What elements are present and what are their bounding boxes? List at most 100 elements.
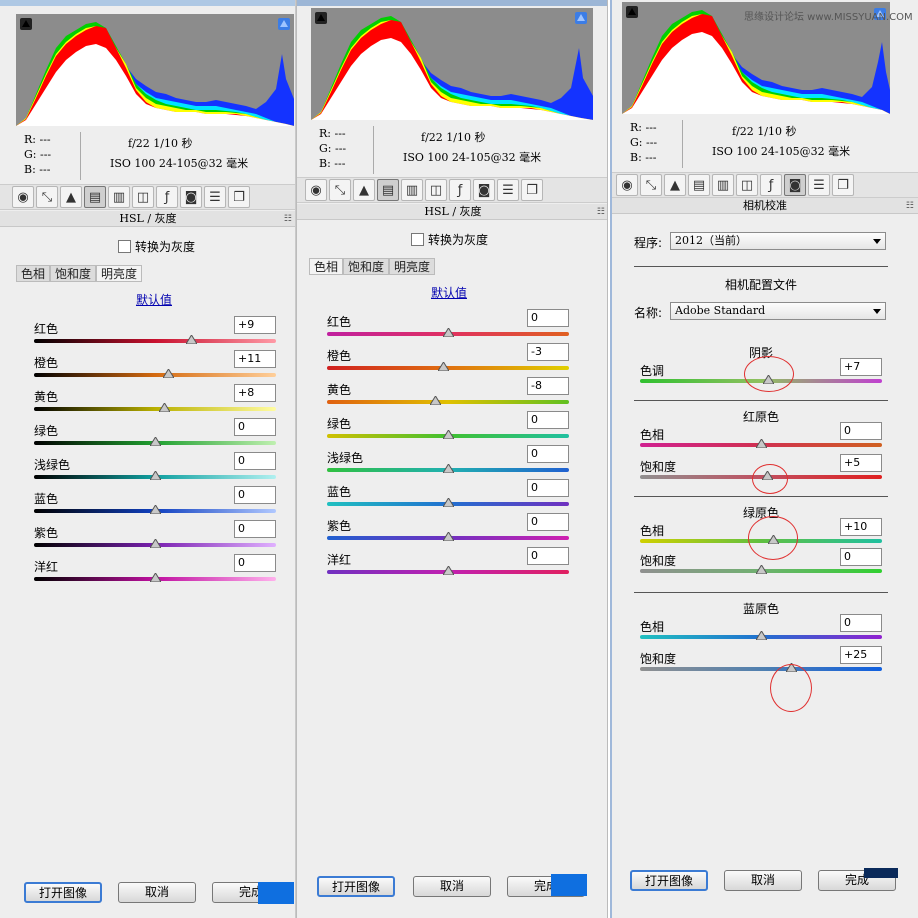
slider-thumb[interactable] [185,335,197,344]
presets-tab-icon[interactable]: ☰ [204,186,226,208]
slider-thumb[interactable] [149,539,161,548]
cancel-button[interactable]: 取消 [413,876,491,897]
slider-thumb[interactable] [442,328,454,337]
open-image-button[interactable]: 打开图像 [24,882,102,903]
slider-value-field[interactable]: 0 [234,452,276,470]
highlight-clipping-toggle[interactable] [278,18,290,30]
hsl-tab-icon[interactable]: ▤ [377,179,399,201]
slider-value-field[interactable]: -8 [527,377,569,395]
slider-track[interactable] [34,373,276,377]
snapshots-tab-icon[interactable]: ❐ [228,186,250,208]
slider-thumb[interactable] [755,631,767,640]
tone-curve-tab-icon[interactable]: ⤡ [640,174,662,196]
basic-tab-icon[interactable]: ◉ [12,186,34,208]
effects-tab-icon[interactable]: ƒ [449,179,471,201]
slider-thumb[interactable] [149,437,161,446]
basic-tab-icon[interactable]: ◉ [616,174,638,196]
slider-track[interactable] [34,339,276,343]
panel-menu-icon[interactable]: ☷ [284,211,292,227]
slider-value-field[interactable]: 0 [234,520,276,538]
slider-thumb[interactable] [755,565,767,574]
split-toning-tab-icon[interactable]: ▥ [401,179,423,201]
camera-calibration-tab-icon[interactable]: ◙ [180,186,202,208]
split-toning-tab-icon[interactable]: ▥ [108,186,130,208]
slider-thumb[interactable] [159,403,171,412]
detail-tab-icon[interactable]: ▲ [60,186,82,208]
panel-menu-icon[interactable]: ☷ [597,204,605,220]
slider-value-field[interactable]: +25 [840,646,882,664]
grayscale-checkbox[interactable]: 转换为灰度 [411,231,488,248]
tab-luminance[interactable]: 明亮度 [96,265,143,281]
open-image-button[interactable]: 打开图像 [317,876,395,897]
shadow-clipping-toggle[interactable] [315,12,327,24]
slider-thumb[interactable] [437,362,449,371]
slider-value-field[interactable]: +10 [840,518,882,536]
presets-tab-icon[interactable]: ☰ [808,174,830,196]
camera-calibration-tab-icon[interactable]: ◙ [784,174,806,196]
tab-saturation[interactable]: 饱和度 [343,258,390,274]
slider-thumb[interactable] [162,369,174,378]
slider-value-field[interactable]: +7 [840,358,882,376]
slider-thumb[interactable] [149,505,161,514]
cancel-button[interactable]: 取消 [118,882,196,903]
grayscale-checkbox[interactable]: 转换为灰度 [118,238,195,255]
presets-tab-icon[interactable]: ☰ [497,179,519,201]
checkbox-box[interactable] [411,233,424,246]
profile-dropdown[interactable]: Adobe Standard [670,302,886,320]
split-toning-tab-icon[interactable]: ▥ [712,174,734,196]
slider-value-field[interactable]: 0 [840,548,882,566]
slider-thumb[interactable] [442,532,454,541]
slider-value-field[interactable]: 0 [527,547,569,565]
slider-thumb[interactable] [442,498,454,507]
slider-value-field[interactable]: +9 [234,316,276,334]
effects-tab-icon[interactable]: ƒ [760,174,782,196]
detail-tab-icon[interactable]: ▲ [353,179,375,201]
shadow-clipping-toggle[interactable] [20,18,32,30]
lens-correction-tab-icon[interactable]: ◫ [132,186,154,208]
default-link[interactable]: 默认值 [419,284,479,301]
shadow-clipping-toggle[interactable] [626,6,638,18]
slider-value-field[interactable]: 0 [234,418,276,436]
open-image-button[interactable]: 打开图像 [630,870,708,891]
slider-value-field[interactable]: 0 [527,513,569,531]
tab-saturation[interactable]: 饱和度 [50,265,97,281]
tab-hue[interactable]: 色相 [309,258,344,274]
hsl-tab-icon[interactable]: ▤ [84,186,106,208]
highlight-clipping-toggle[interactable] [575,12,587,24]
slider-value-field[interactable]: 0 [527,479,569,497]
slider-value-field[interactable]: 0 [527,445,569,463]
tab-luminance[interactable]: 明亮度 [389,258,436,274]
slider-thumb[interactable] [755,439,767,448]
default-link[interactable]: 默认值 [124,291,184,308]
slider-thumb[interactable] [149,471,161,480]
slider-value-field[interactable]: 0 [840,614,882,632]
snapshots-tab-icon[interactable]: ❐ [832,174,854,196]
slider-thumb[interactable] [430,396,442,405]
slider-value-field[interactable]: +11 [234,350,276,368]
lens-correction-tab-icon[interactable]: ◫ [425,179,447,201]
effects-tab-icon[interactable]: ƒ [156,186,178,208]
slider-value-field[interactable]: +5 [840,454,882,472]
slider-value-field[interactable]: 0 [527,309,569,327]
slider-track[interactable] [640,667,882,671]
hsl-tab-icon[interactable]: ▤ [688,174,710,196]
process-dropdown[interactable]: 2012（当前） [670,232,886,250]
camera-calibration-tab-icon[interactable]: ◙ [473,179,495,201]
tone-curve-tab-icon[interactable]: ⤡ [329,179,351,201]
slider-value-field[interactable]: -3 [527,343,569,361]
slider-track[interactable] [34,407,276,411]
tone-curve-tab-icon[interactable]: ⤡ [36,186,58,208]
tab-hue[interactable]: 色相 [16,265,51,281]
slider-track[interactable] [327,400,569,404]
slider-thumb[interactable] [442,430,454,439]
slider-thumb[interactable] [442,566,454,575]
lens-correction-tab-icon[interactable]: ◫ [736,174,758,196]
slider-thumb[interactable] [149,573,161,582]
cancel-button[interactable]: 取消 [724,870,802,891]
slider-value-field[interactable]: 0 [234,554,276,572]
basic-tab-icon[interactable]: ◉ [305,179,327,201]
slider-value-field[interactable]: 0 [840,422,882,440]
panel-menu-icon[interactable]: ☷ [906,198,914,214]
detail-tab-icon[interactable]: ▲ [664,174,686,196]
slider-value-field[interactable]: 0 [527,411,569,429]
